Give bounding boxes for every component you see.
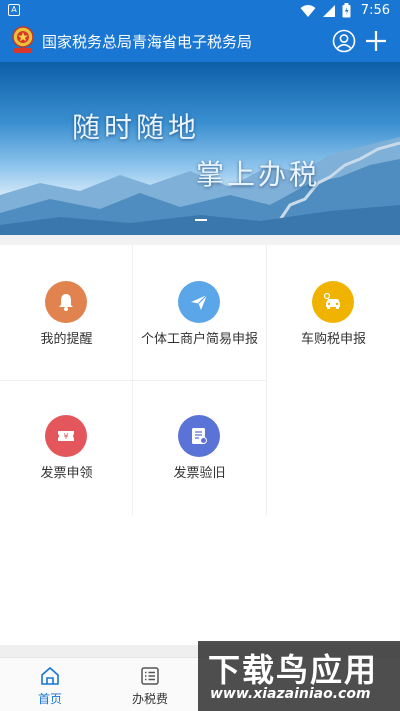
- tile-label: 车购税申报: [300, 332, 366, 347]
- notification-icon: A: [8, 4, 20, 16]
- signal-icon: [322, 4, 335, 17]
- status-bar: A 7:56: [0, 0, 400, 22]
- tile-label: 我的提醒: [40, 332, 93, 347]
- user-account-icon[interactable]: [332, 29, 356, 53]
- tile-individual-business-simple-declaration[interactable]: 个体工商户简易申报: [133, 245, 266, 375]
- tile-label: 发票验旧: [173, 466, 226, 481]
- tax-emblem-icon: [12, 26, 34, 53]
- tile-icon-bg: ¥: [45, 415, 87, 457]
- add-icon[interactable]: [364, 29, 388, 53]
- list-icon: [141, 667, 159, 685]
- tile-invoice-verification[interactable]: 发票验旧: [133, 379, 266, 509]
- feature-grid: 我的提醒 个体工商户简易申报 车购税申报 ¥ 发票申领 发票验旧: [0, 245, 400, 645]
- clock: 7:56: [360, 3, 390, 18]
- tile-label: 个体工商户简易申报: [141, 332, 259, 347]
- watermark-url: www.xiazainiao.com: [210, 686, 371, 702]
- paper-plane-icon: [191, 294, 208, 310]
- tile-icon-bg: [178, 415, 220, 457]
- svg-text:¥: ¥: [63, 432, 68, 441]
- tile-vehicle-purchase-tax[interactable]: 车购税申报: [267, 245, 400, 375]
- site-watermark: 下载鸟应用 www.xiazainiao.com: [198, 641, 400, 711]
- tile-label: 发票申领: [40, 466, 93, 481]
- tile-icon-bg: [45, 281, 87, 323]
- watermark-title: 下载鸟应用: [208, 651, 379, 689]
- tile-invoice-application[interactable]: ¥ 发票申领: [0, 379, 133, 509]
- tile-my-reminders[interactable]: 我的提醒: [0, 245, 133, 375]
- banner-slogan-line1: 随时随地: [72, 111, 201, 144]
- car-icon: [323, 292, 340, 309]
- wifi-icon: [300, 4, 316, 17]
- app-title: 国家税务总局青海省电子税务局: [42, 33, 253, 51]
- invoice-check-icon: [192, 428, 207, 444]
- carousel-indicator: [195, 219, 207, 221]
- bell-icon: [59, 294, 73, 311]
- tab-home[interactable]: 首页: [0, 658, 100, 711]
- home-icon: [41, 666, 59, 685]
- tile-icon-bg: [312, 281, 354, 323]
- battery-icon: [342, 3, 351, 18]
- banner-slogan-line2: 掌上办税: [196, 158, 321, 191]
- tile-icon-bg: [178, 281, 220, 323]
- tab-label: 首页: [37, 692, 62, 706]
- app-header: 国家税务总局青海省电子税务局: [0, 22, 400, 62]
- ticket-icon: ¥: [58, 431, 74, 441]
- banner-carousel[interactable]: 随时随地 掌上办税: [0, 62, 400, 235]
- tab-tax-handling[interactable]: 办税费: [100, 658, 200, 711]
- tab-label: 办税费: [131, 692, 168, 706]
